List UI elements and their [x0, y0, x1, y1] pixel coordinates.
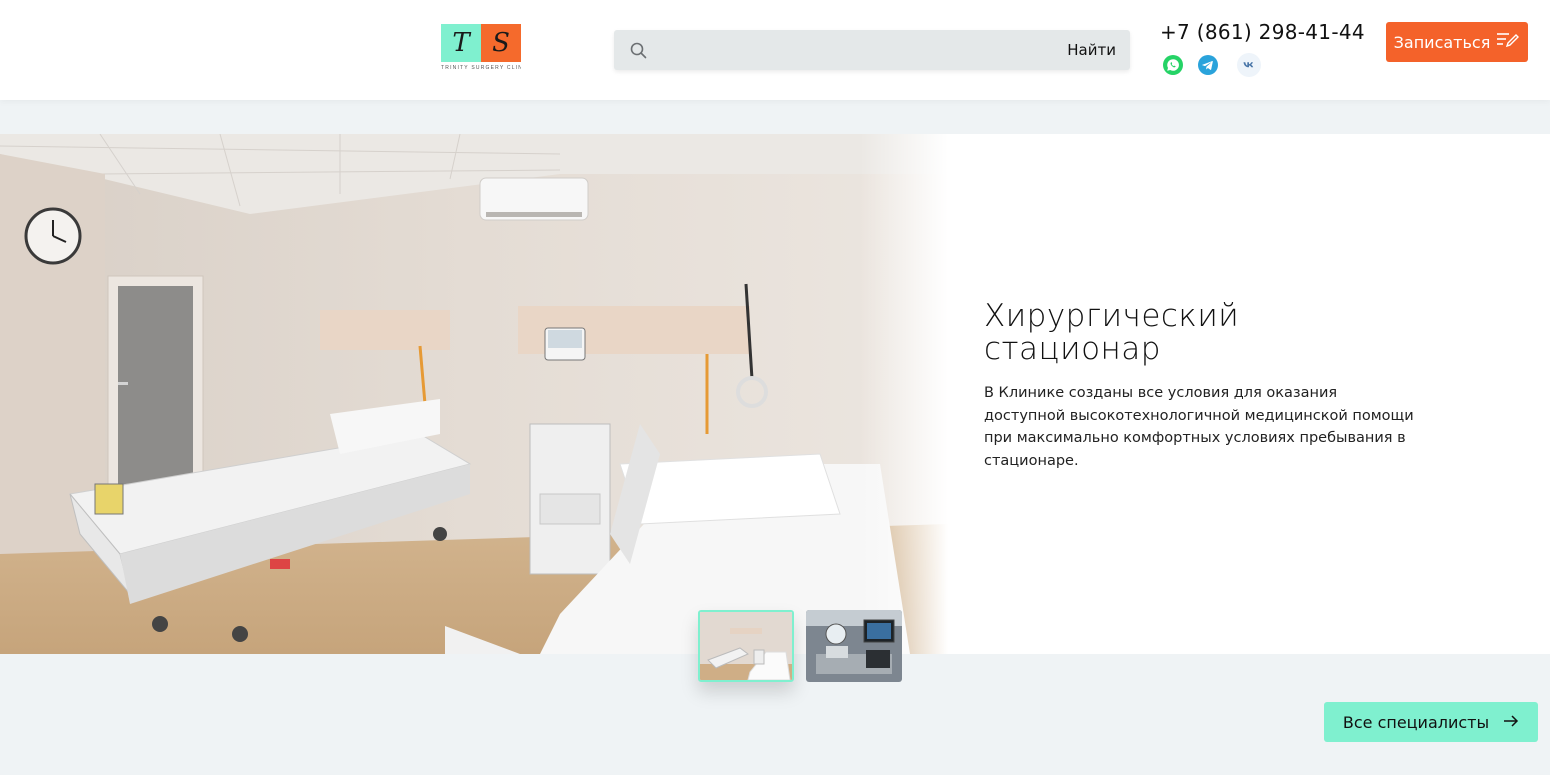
search-bar: Найти — [614, 30, 1130, 70]
vk-link[interactable] — [1237, 53, 1261, 77]
logo-tiles: T S — [441, 24, 521, 62]
hero-title: Хирургический стационар — [984, 298, 1240, 367]
signup-button[interactable]: Записаться — [1386, 22, 1528, 62]
search-button[interactable]: Найти — [1067, 40, 1116, 60]
vk-icon — [1238, 54, 1260, 76]
search-input[interactable] — [658, 30, 1058, 70]
signup-button-label: Записаться — [1393, 32, 1491, 52]
phone-number[interactable]: +7 (861) 298-41-44 — [1160, 20, 1365, 44]
logo-letter-s: S — [492, 28, 510, 58]
logo-letter-t: T — [452, 28, 470, 58]
all-specialists-button[interactable]: Все специалисты — [1324, 702, 1538, 742]
logo-tile-orange: S — [481, 24, 521, 62]
whatsapp-icon — [1162, 54, 1184, 76]
hospital-ward-thumbnail[interactable] — [698, 610, 794, 682]
hero-section: Хирургический стационар В Клинике создан… — [0, 134, 1550, 654]
search-icon — [630, 42, 647, 59]
whatsapp-link[interactable] — [1161, 53, 1185, 77]
operating-room-thumbnail[interactable] — [806, 610, 902, 682]
arrow-right-icon — [1503, 713, 1519, 732]
clinic-logo[interactable]: T S TRINITY SURGERY CLINIC — [441, 24, 521, 72]
hospital-ward-photo — [0, 134, 948, 654]
logo-tagline: TRINITY SURGERY CLINIC — [441, 65, 521, 71]
site-header: T S TRINITY SURGERY CLINIC Найти +7 (861… — [0, 0, 1550, 100]
all-specialists-label: Все специалисты — [1342, 712, 1490, 732]
logo-tile-mint: T — [441, 24, 481, 62]
telegram-icon — [1197, 54, 1219, 76]
edit-list-icon — [1496, 31, 1520, 53]
telegram-link[interactable] — [1196, 53, 1220, 77]
hero-description: В Клинике созданы все условия для оказан… — [984, 385, 1414, 469]
